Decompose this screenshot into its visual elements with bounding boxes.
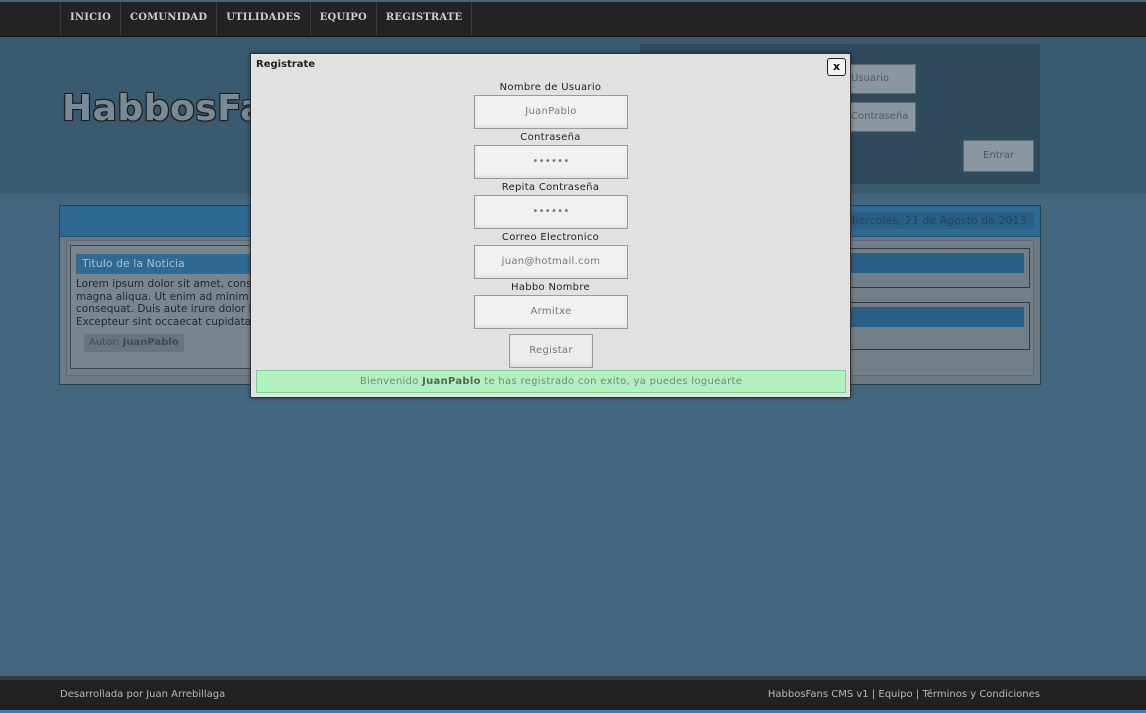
nav-item-inicio[interactable]: INICIO	[61, 2, 122, 36]
password-label: Contraseña	[520, 132, 581, 143]
success-suffix: te has registrado con exito, ya puedes l…	[484, 376, 743, 387]
news-line: Excepteur sint occaecat cupidatat non	[76, 315, 251, 328]
date-label: Miercoles, 21 de Agosto de 2013	[846, 212, 1034, 229]
habbo-name-input[interactable]: Armitxe	[474, 295, 628, 329]
top-nav: INICIO COMUNIDAD UTILIDADES EQUIPO REGIS…	[0, 2, 1146, 37]
success-user: JuanPablo	[422, 376, 481, 387]
email-input[interactable]: juan@hotmail.com	[474, 245, 628, 279]
login-submit-button[interactable]: Entrar	[963, 140, 1034, 172]
username-label: Nombre de Usuario	[499, 82, 602, 93]
author-label: Autor:	[89, 337, 120, 348]
side-box-bar	[850, 307, 1024, 327]
nav-item-utilidades[interactable]: UTILIDADES	[217, 2, 311, 36]
side-box-bar	[850, 253, 1024, 273]
habbo-name-label: Habbo Nombre	[511, 282, 590, 293]
author-name: JuanPablo	[122, 337, 179, 348]
password-input[interactable]: ••••••	[474, 145, 628, 179]
nav-menu: INICIO COMUNIDAD UTILIDADES EQUIPO REGIS…	[60, 2, 473, 36]
modal-title: Registrate	[256, 59, 316, 70]
close-button[interactable]: x	[827, 58, 846, 76]
news-title[interactable]: Titulo de la Noticia	[76, 254, 256, 274]
footer-credit: Desarrollada por Juan Arrebillaga	[60, 689, 226, 700]
success-prefix: Bienvenido	[359, 376, 419, 387]
news-line: consequat. Duis aute irure dolor in	[76, 303, 251, 315]
news-author: Autor: JuanPablo	[84, 334, 184, 352]
nav-item-comunidad[interactable]: COMUNIDAD	[121, 2, 218, 36]
nav-item-equipo[interactable]: EQUIPO	[311, 2, 377, 36]
success-message: Bienvenido JuanPablo te has registrado c…	[256, 370, 846, 393]
footer: Desarrollada por Juan Arrebillaga Habbos…	[0, 680, 1146, 710]
nav-item-registrate[interactable]: REGISTRATE	[377, 2, 473, 36]
news-line: Lorem ipsum dolor sit amet, consectetur	[76, 278, 251, 290]
news-body: Lorem ipsum dolor sit amet, consectetur …	[76, 278, 251, 330]
register-button[interactable]: Registar	[509, 334, 593, 368]
repeat-password-label: Repita Contraseña	[501, 182, 600, 193]
register-modal: Registrate x Nombre de Usuario JuanPablo…	[250, 53, 851, 398]
repeat-password-input[interactable]: ••••••	[474, 195, 628, 229]
username-input[interactable]: JuanPablo	[474, 95, 628, 129]
footer-links[interactable]: HabbosFans CMS v1 | Equipo | Términos y …	[768, 689, 1040, 700]
news-line: magna aliqua. Ut enim ad minim veniam	[76, 290, 251, 303]
email-label: Correo Electronico	[501, 232, 600, 243]
